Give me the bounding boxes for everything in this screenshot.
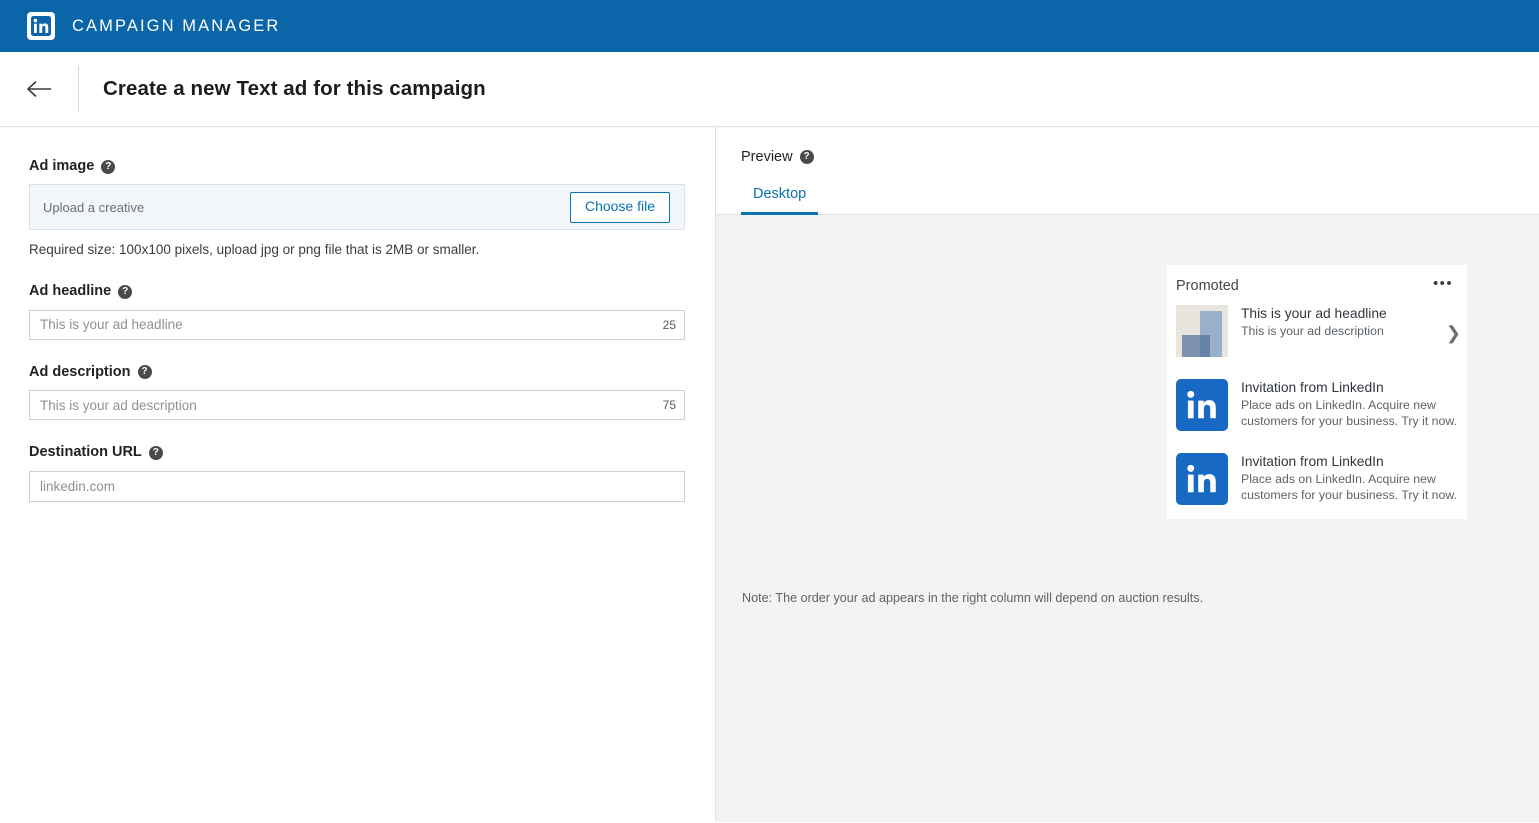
- ad-text-block: Invitation from LinkedIn Place ads on Li…: [1228, 453, 1461, 504]
- preview-ad-description: Place ads on LinkedIn. Acquire new custo…: [1241, 397, 1457, 428]
- ad-preview-card: Promoted ••• This is your ad headline Th…: [1167, 265, 1467, 519]
- chevron-right-icon[interactable]: ❯: [1446, 324, 1461, 342]
- page-title: Create a new Text ad for this campaign: [103, 77, 486, 100]
- preview-ad-item[interactable]: Invitation from LinkedIn Place ads on Li…: [1167, 442, 1467, 505]
- main-content: Ad image ? Upload a creative Choose file…: [0, 127, 1539, 822]
- ad-headline-input-wrap: 25: [29, 309, 685, 340]
- arrow-left-icon: [26, 80, 52, 98]
- help-icon[interactable]: ?: [101, 159, 116, 174]
- preview-ad-headline: Invitation from LinkedIn: [1241, 453, 1384, 469]
- ad-headline-label: Ad headline ?: [29, 283, 683, 300]
- brand-title: CAMPAIGN MANAGER: [72, 16, 281, 35]
- preview-title: Preview ?: [741, 149, 1539, 165]
- field-ad-headline: Ad headline ? 25: [29, 283, 685, 340]
- field-ad-image: Ad image ? Upload a creative Choose file…: [29, 158, 685, 258]
- ad-text-block: Invitation from LinkedIn Place ads on Li…: [1228, 379, 1461, 430]
- ad-description-input[interactable]: [29, 390, 685, 421]
- destination-url-label-text: Destination URL: [29, 444, 142, 461]
- choose-file-button[interactable]: Choose file: [569, 192, 670, 223]
- field-ad-description: Ad description ? 75: [29, 364, 685, 421]
- page-header: Create a new Text ad for this campaign: [0, 52, 1539, 127]
- help-icon[interactable]: ?: [148, 445, 163, 460]
- field-destination-url: Destination URL ?: [29, 444, 685, 502]
- ad-image-label-text: Ad image: [29, 158, 95, 174]
- preview-ad-item[interactable]: This is your ad headline This is your ad…: [1167, 294, 1467, 357]
- preview-panel: Preview ? Desktop Promoted ••• This is y…: [716, 127, 1539, 822]
- linkedin-logo-icon: [1176, 378, 1228, 431]
- ad-description-input-wrap: 75: [29, 390, 685, 421]
- upload-placeholder-text: Upload a creative: [43, 199, 145, 215]
- preview-header: Preview ?: [716, 127, 1539, 165]
- linkedin-logo-icon: [27, 12, 55, 40]
- more-options-icon[interactable]: •••: [1433, 276, 1453, 290]
- ad-image-label: Ad image ?: [29, 158, 683, 175]
- ad-description-label-text: Ad description: [29, 363, 131, 380]
- header-divider: [78, 66, 79, 112]
- upload-creative-box: Upload a creative Choose file: [29, 184, 685, 231]
- help-icon[interactable]: ?: [799, 150, 814, 164]
- ad-form-panel: Ad image ? Upload a creative Choose file…: [0, 127, 716, 822]
- ad-text-block: This is your ad headline This is your ad…: [1228, 305, 1461, 340]
- promoted-row: Promoted •••: [1167, 276, 1467, 294]
- ad-description-label: Ad description ?: [29, 364, 683, 381]
- app-brand-bar: CAMPAIGN MANAGER: [0, 0, 1539, 52]
- preview-stage: Promoted ••• This is your ad headline Th…: [716, 215, 1539, 822]
- linkedin-logo-icon: [1176, 452, 1228, 505]
- help-icon[interactable]: ?: [137, 365, 152, 380]
- preview-ad-description: This is your ad description: [1241, 323, 1384, 338]
- ad-headline-label-text: Ad headline: [29, 283, 112, 300]
- preview-ad-description: Place ads on LinkedIn. Acquire new custo…: [1241, 471, 1457, 502]
- ad-headline-input[interactable]: [29, 309, 685, 340]
- preview-ad-item[interactable]: Invitation from LinkedIn Place ads on Li…: [1167, 368, 1467, 431]
- destination-url-input[interactable]: [29, 470, 685, 502]
- destination-url-label: Destination URL ?: [29, 444, 683, 461]
- preview-ad-headline: This is your ad headline: [1241, 305, 1387, 321]
- ad-thumbnail-placeholder-icon: [1176, 304, 1228, 357]
- back-button[interactable]: [0, 52, 78, 127]
- preview-note: Note: The order your ad appears in the r…: [742, 591, 1204, 605]
- preview-ad-headline: Invitation from LinkedIn: [1241, 379, 1384, 395]
- tab-desktop[interactable]: Desktop: [741, 180, 819, 215]
- ad-image-helper-text: Required size: 100x100 pixels, upload jp…: [29, 242, 480, 258]
- promoted-label: Promoted: [1176, 278, 1239, 294]
- preview-title-text: Preview: [741, 149, 793, 165]
- help-icon[interactable]: ?: [118, 285, 133, 300]
- preview-tabs: Desktop: [716, 180, 1539, 215]
